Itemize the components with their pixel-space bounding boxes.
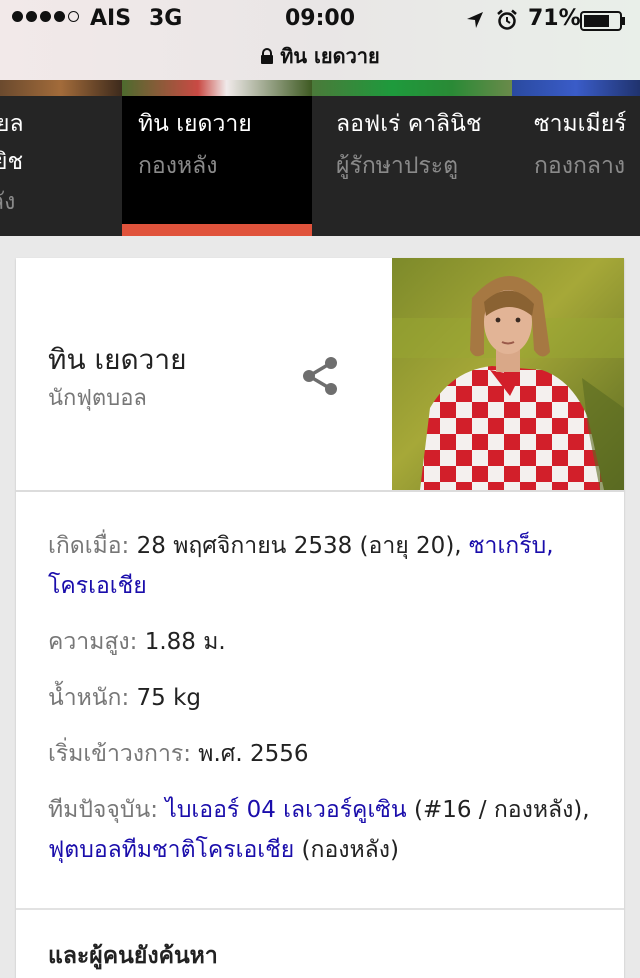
carousel-item-name: ลอฟเร่ คาลินิช [336, 111, 482, 137]
player-photo[interactable] [392, 258, 624, 490]
fact-label: น้ำหนัก: [48, 685, 130, 711]
alarm-clock-icon [497, 9, 517, 30]
entity-subtitle: นักฟุตบอล [48, 386, 147, 411]
fact-born: เกิดเมื่อ: 28 พฤศจิกายน 2538 (อายุ 20), … [48, 526, 596, 606]
club-link[interactable]: ไบเออร์ 04 เลเวอร์คูเซิน [165, 797, 406, 823]
fact-value: 1.88 ม. [144, 629, 226, 655]
fact-value: พ.ศ. 2556 [198, 741, 309, 767]
carousel-item[interactable]: ซามเมียร์ กองกลาง [518, 96, 640, 236]
carousel-item-active[interactable]: ทิน เยดวาย กองหลัง [122, 96, 312, 236]
fact-value: (กองหลัง) [294, 837, 399, 863]
carousel-item-prev[interactable]: ยล ยิช ลัง [0, 96, 122, 236]
fact-value: 28 พฤศจิกายน 2538 (อายุ 20), [136, 533, 462, 559]
knowledge-panel-header: ทิน เยดวาย นักฟุตบอล [16, 258, 624, 490]
battery-icon [580, 11, 625, 31]
carousel-item-role: กองหลัง [138, 153, 218, 179]
carousel-photo-strip [0, 80, 640, 96]
share-icon [303, 357, 337, 395]
fact-list: เกิดเมื่อ: 28 พฤศจิกายน 2538 (อายุ 20), … [48, 526, 596, 886]
fact-label: เริ่มเข้าวงการ: [48, 741, 191, 767]
fact-weight: น้ำหนัก: 75 kg [48, 678, 596, 718]
url-text: ทิน เยดวาย [280, 44, 380, 68]
carousel-item-name: ทิน เยดวาย [138, 111, 252, 137]
fact-current-team: ทีมปัจจุบัน: ไบเออร์ 04 เลเวอร์คูเซิน (#… [48, 790, 596, 870]
share-button[interactable] [294, 350, 346, 402]
national-team-link[interactable]: ฟุตบอลทีมชาติโครเอเชีย [48, 837, 294, 863]
fact-debut: เริ่มเข้าวงการ: พ.ศ. 2556 [48, 734, 596, 774]
status-bar: AIS 3G 09:00 71% ทิน เยดวาย [0, 0, 640, 80]
fact-label: ทีมปัจจุบัน: [48, 797, 158, 823]
battery-percentage: 71% [528, 6, 581, 31]
people-also-search-heading: และผู้คนยังค้นหา [48, 943, 218, 969]
carousel-item-role: ลัง [0, 189, 16, 215]
entity-title: ทิน เยดวาย [48, 343, 187, 376]
divider [16, 908, 624, 910]
fact-value: 75 kg [136, 685, 202, 711]
carousel-item-role: กองกลาง [534, 153, 626, 179]
fact-height: ความสูง: 1.88 ม. [48, 622, 596, 662]
url-bar[interactable]: ทิน เยดวาย [0, 40, 640, 72]
lock-icon [261, 48, 274, 64]
carousel-item[interactable]: ลอฟเร่ คาลินิช ผู้รักษาประตู [320, 96, 520, 236]
related-players-carousel[interactable]: ยล ยิช ลัง ทิน เยดวาย กองหลัง ลอฟเร่ คาล… [0, 80, 640, 236]
carousel-item-role: ผู้รักษาประตู [336, 153, 459, 179]
carousel-item-name: ซามเมียร์ [534, 111, 627, 137]
divider [16, 490, 624, 492]
knowledge-panel: ทิน เยดวาย นักฟุตบอล เกิดเมื่อ: 28 พฤศจิ… [16, 258, 624, 978]
carousel-item-name-cont: ยิช [0, 149, 24, 175]
location-arrow-icon [467, 12, 483, 28]
fact-value: (#16 / กองหลัง), [406, 797, 590, 823]
active-indicator [122, 224, 312, 236]
fact-label: ความสูง: [48, 629, 138, 655]
fact-label: เกิดเมื่อ: [48, 533, 130, 559]
carousel-item-name: ยล [0, 111, 24, 137]
